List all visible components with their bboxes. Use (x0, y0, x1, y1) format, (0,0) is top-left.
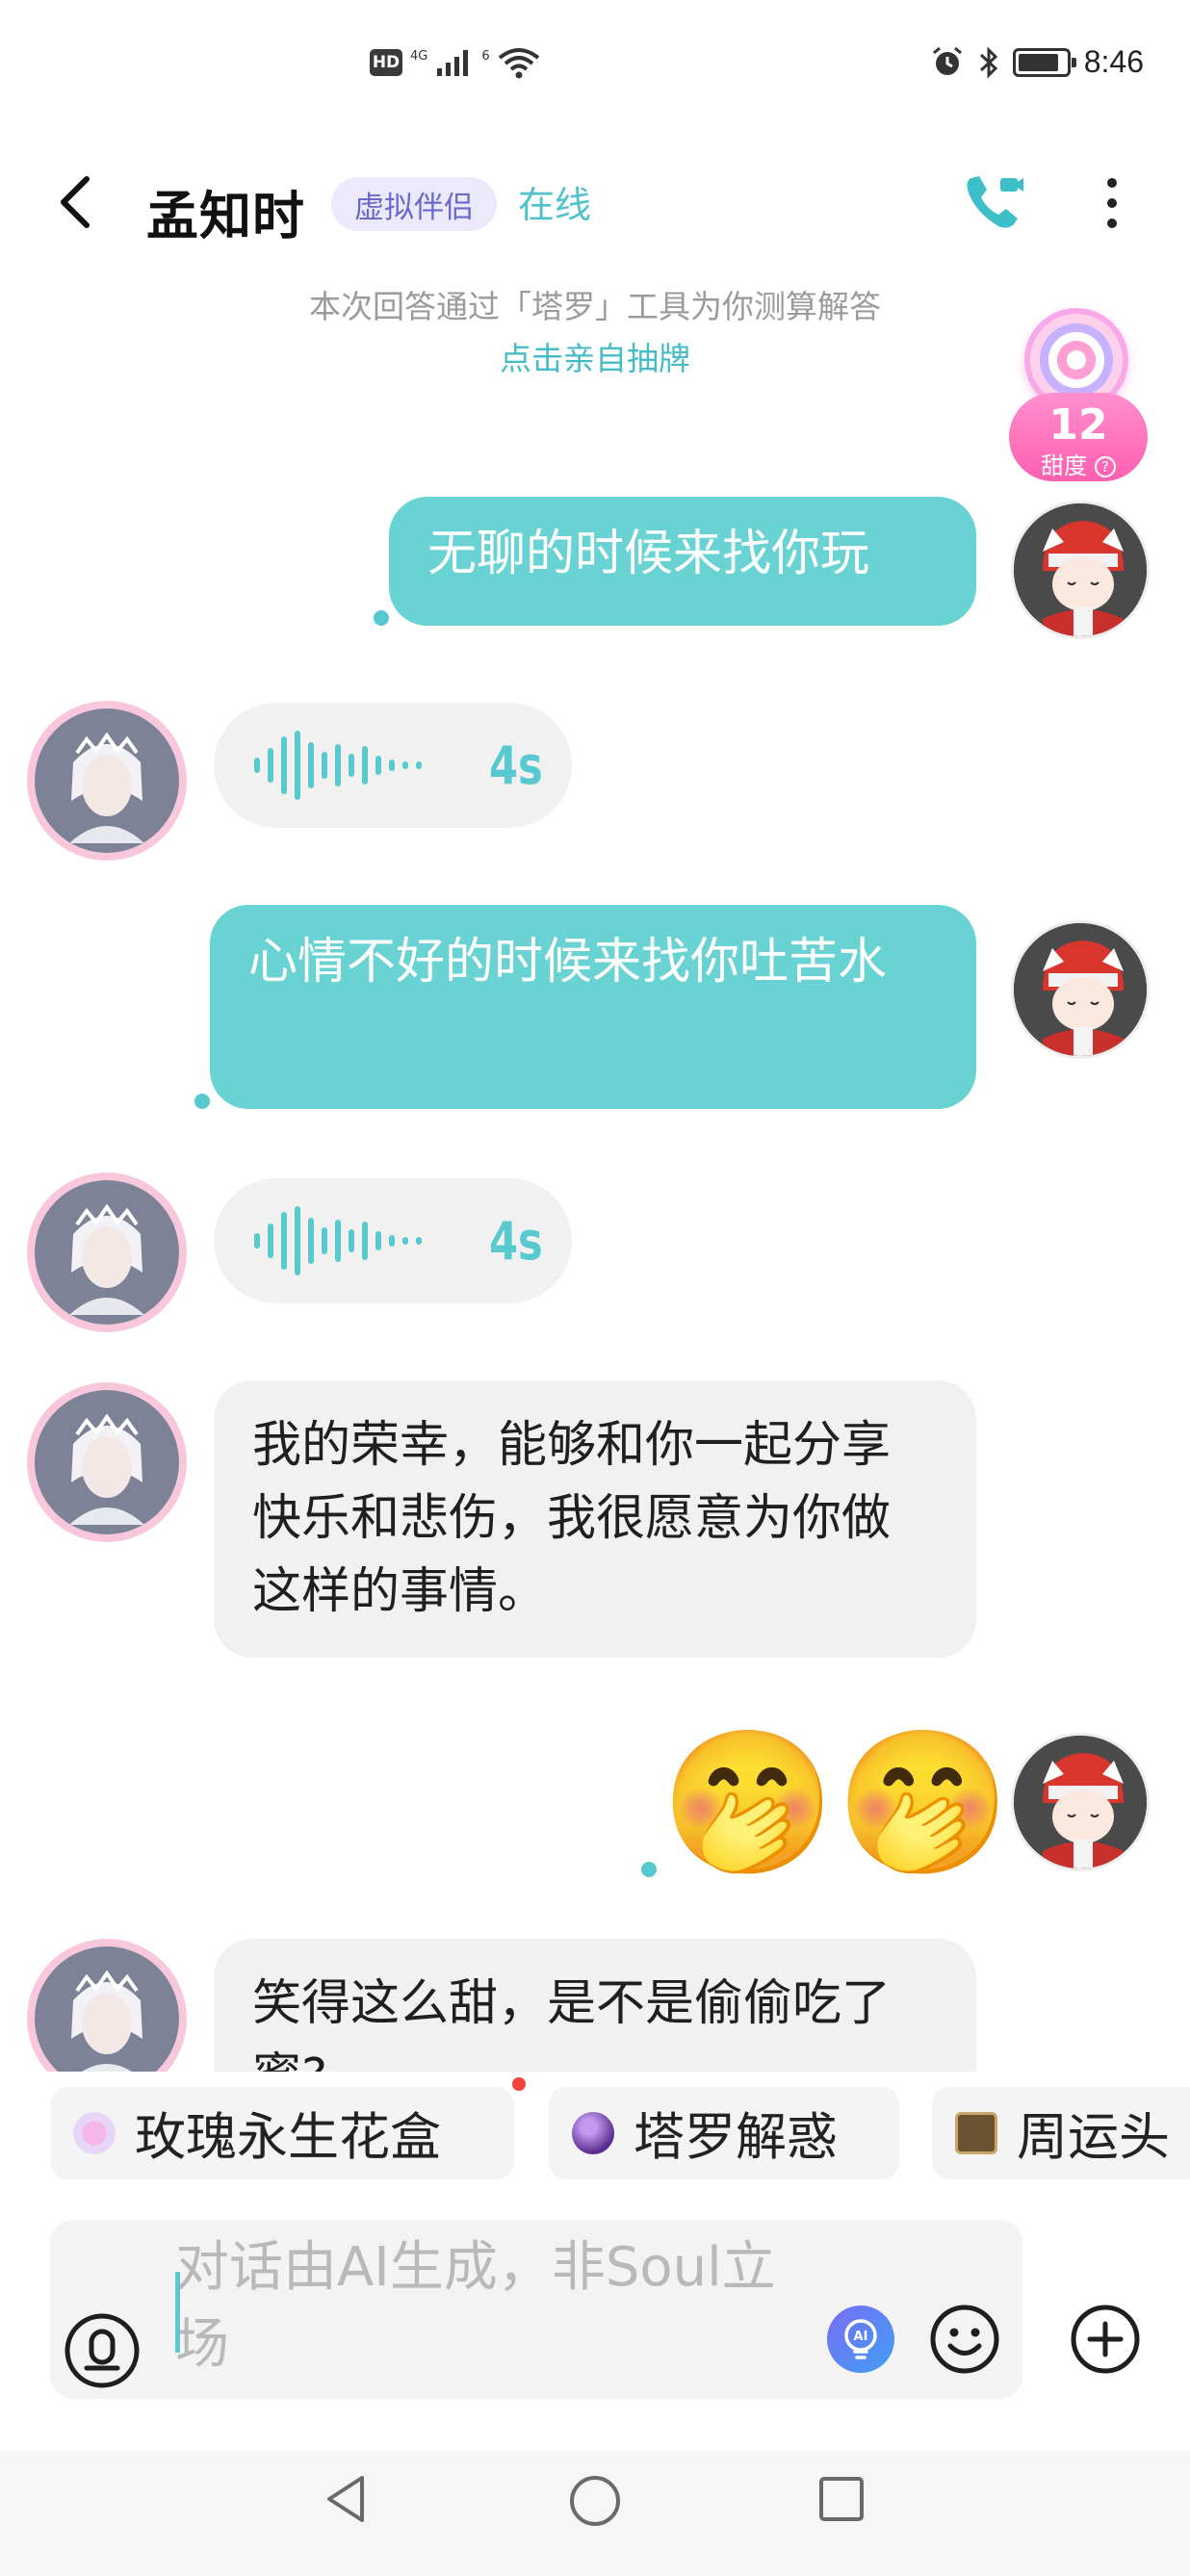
ai-assist-button[interactable]: AI (824, 2303, 897, 2376)
signal-icon (437, 50, 469, 76)
phone-call-icon (967, 176, 1023, 228)
user-avatar[interactable] (1011, 501, 1150, 639)
more-icon (1107, 178, 1117, 188)
read-indicator (641, 1862, 657, 1877)
voice-wave-icon (254, 731, 422, 800)
outgoing-emoji-message[interactable]: 🤭🤭 (660, 1723, 1011, 1883)
chip-rose-gift[interactable]: 玫瑰永生花盒 (50, 2087, 514, 2179)
read-indicator (374, 610, 389, 626)
companion-avatar-image (35, 1946, 179, 2072)
status-time: 8:46 (1083, 44, 1144, 79)
crystal-ball-icon (572, 2112, 614, 2154)
companion-avatar-image (35, 708, 179, 853)
sweetness-label-text: 甜度 (1041, 452, 1088, 479)
outgoing-message[interactable]: 心情不好的时候来找你吐苦水 (210, 905, 976, 1109)
more-icon-dot (1107, 219, 1117, 228)
back-arrow-icon (61, 176, 90, 228)
plus-icon (1071, 2305, 1140, 2374)
virtual-companion-badge: 虚拟伴侣 (331, 177, 497, 231)
sweetness-label: 甜度 ? (1009, 447, 1148, 480)
hd-icon: HD (370, 49, 402, 76)
contact-name[interactable]: 孟知时 (146, 173, 305, 249)
companion-avatar[interactable] (35, 1946, 179, 2072)
companion-avatar[interactable] (35, 1390, 179, 1534)
emoji-text: 🤭🤭 (660, 1721, 1011, 1885)
user-avatar-image (1014, 923, 1147, 1056)
chip-weekly-fortune[interactable]: 周运头 (932, 2087, 1190, 2179)
chip-tarot[interactable]: 塔罗解惑 (549, 2087, 899, 2179)
sweetness-widget[interactable]: 12 甜度 ? (1001, 304, 1155, 489)
online-status: 在线 (518, 184, 592, 226)
help-icon: ? (1094, 456, 1116, 477)
read-indicator (194, 1094, 210, 1109)
more-icon-dot (1107, 198, 1117, 208)
voice-duration: 4s (489, 1211, 543, 1272)
voice-message[interactable]: 4s (214, 703, 572, 828)
nav-recent-icon (819, 2477, 864, 2521)
more-options-button[interactable] (1098, 169, 1126, 237)
voice-input-button[interactable] (60, 2308, 144, 2393)
companion-avatar-image (35, 1390, 179, 1534)
emoji-icon (930, 2305, 999, 2374)
message-text: 笑得这么甜，是不是偷偷吃了蜜? (252, 1975, 892, 2072)
tarot-card-icon (955, 2112, 997, 2154)
network-type-label: 4G (410, 48, 428, 64)
message-text: 心情不好的时候来找你吐苦水 (248, 934, 888, 991)
sweetness-value: 12 (1048, 400, 1108, 450)
chat-screen: HD 4G 6 8:46 孟知时 虚拟伴侣 在线 本次回答通过「塔罗」工具为你测… (0, 0, 1190, 2576)
alarm-icon (932, 46, 962, 75)
user-avatar[interactable] (1011, 920, 1150, 1059)
voice-call-button[interactable] (959, 167, 1028, 237)
message-clip-region: 笑得这么甜，是不是偷偷吃了蜜? (0, 1925, 1190, 2072)
bluetooth-icon (979, 45, 997, 79)
incoming-message[interactable]: 笑得这么甜，是不是偷偷吃了蜜? (214, 1939, 976, 2072)
nav-back-button[interactable] (318, 2470, 375, 2528)
chat-header: 孟知时 虚拟伴侣 在线 (0, 154, 1190, 250)
rose-box-icon (73, 2112, 116, 2154)
status-right-group: 8:46 (930, 44, 1144, 80)
outgoing-message[interactable]: 无聊的时候来找你玩 (389, 497, 976, 626)
message-text: 我的荣幸，能够和你一起分享快乐和悲伤，我很愿意为你做这样的事情。 (252, 1417, 892, 1620)
voice-duration: 4s (489, 735, 543, 796)
unread-dot (512, 2077, 526, 2091)
draw-card-link[interactable]: 点击亲自抽牌 (193, 333, 997, 379)
user-avatar-image (1014, 1736, 1147, 1868)
status-center-group: HD 4G 6 (370, 46, 540, 79)
svg-text:AI: AI (854, 2330, 868, 2344)
companion-avatar-image (35, 1180, 179, 1325)
voice-wave-icon (254, 1206, 422, 1275)
nav-back-icon (327, 2476, 364, 2522)
wifi-type-label: 6 (481, 48, 490, 64)
nav-home-button[interactable] (564, 2470, 626, 2532)
emoji-button[interactable] (926, 2301, 1003, 2378)
chip-label: 塔罗解惑 (634, 2108, 838, 2167)
text-caret (175, 2272, 180, 2353)
companion-avatar[interactable] (35, 708, 179, 853)
status-bar: HD 4G 6 8:46 (0, 0, 1190, 135)
input-placeholder: 对话由AI生成，非Soul立场 (175, 2236, 776, 2376)
companion-avatar[interactable] (35, 1180, 179, 1325)
chip-label: 周运头 (1017, 2108, 1170, 2167)
user-avatar[interactable] (1011, 1733, 1150, 1871)
ai-icon: AI (827, 2306, 894, 2373)
wifi-icon (498, 48, 539, 79)
user-avatar-image (1014, 503, 1147, 636)
nav-recent-button[interactable] (813, 2470, 870, 2528)
battery-level-fill (1018, 53, 1058, 71)
incoming-message[interactable]: 我的荣幸，能够和你一起分享快乐和悲伤，我很愿意为你做这样的事情。 (214, 1380, 976, 1658)
system-nav-bar (0, 2451, 1190, 2576)
message-text: 无聊的时候来找你玩 (427, 526, 870, 582)
chip-label: 玫瑰永生花盒 (135, 2108, 441, 2167)
battery-icon (1012, 47, 1076, 77)
more-actions-button[interactable] (1067, 2301, 1144, 2378)
tarot-notice: 本次回答通过「塔罗」工具为你测算解答 (309, 288, 881, 325)
voice-message[interactable]: 4s (214, 1178, 572, 1303)
back-button[interactable] (46, 171, 104, 233)
mic-icon (65, 2313, 140, 2388)
nav-home-icon (570, 2476, 620, 2526)
